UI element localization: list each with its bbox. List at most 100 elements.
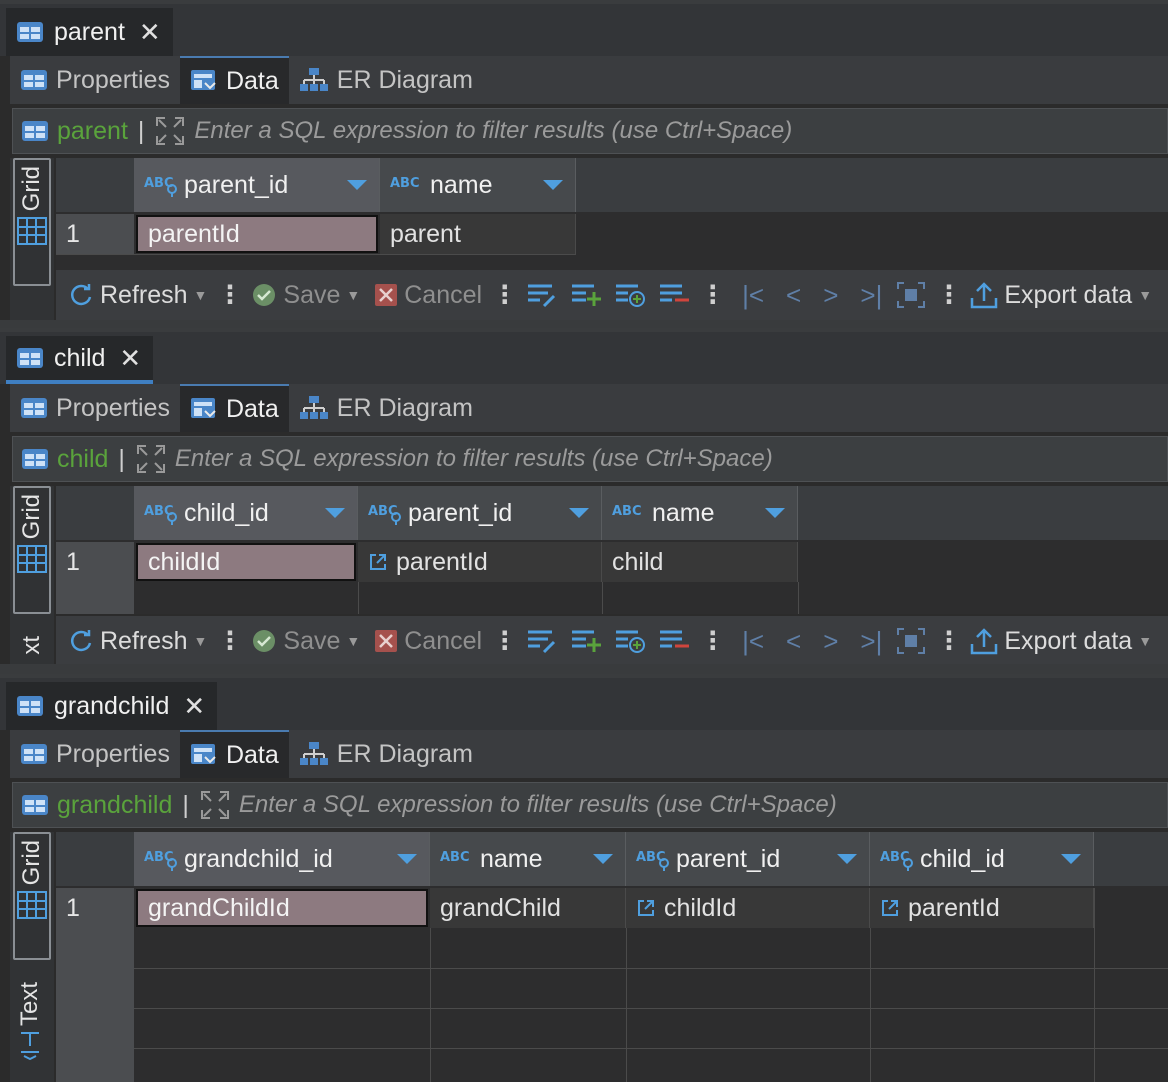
- filter-divider: |: [118, 444, 125, 473]
- grid-cell[interactable]: parentId: [870, 888, 1094, 928]
- sort-dropdown-icon[interactable]: [347, 180, 367, 190]
- grid-cell[interactable]: parentId: [136, 215, 378, 253]
- grid-line: [626, 928, 627, 1082]
- column-header[interactable]: ABC parent_id: [358, 486, 602, 540]
- sort-dropdown-icon[interactable]: [1061, 854, 1081, 864]
- filter-bar[interactable]: child | Enter a SQL expression to filter…: [12, 436, 1168, 482]
- column-header[interactable]: ABC name: [602, 486, 798, 540]
- next-page-icon[interactable]: >: [823, 626, 838, 657]
- export-data-button[interactable]: Export data: [1004, 281, 1132, 310]
- grid-cell[interactable]: grandChild: [430, 888, 626, 928]
- last-page-icon[interactable]: >|: [860, 280, 882, 311]
- sort-dropdown-icon[interactable]: [593, 854, 613, 864]
- filter-input[interactable]: Enter a SQL expression to filter results…: [239, 791, 837, 819]
- column-header[interactable]: ABC parent_id: [134, 158, 380, 212]
- save-dropdown-icon[interactable]: ▼: [346, 287, 360, 303]
- copy-row-icon[interactable]: [614, 282, 646, 308]
- vtab-text-label[interactable]: xt: [18, 636, 46, 655]
- filter-input[interactable]: Enter a SQL expression to filter results…: [194, 117, 792, 145]
- tab-properties[interactable]: Properties: [10, 730, 180, 778]
- editor-tab-parent[interactable]: parent ✕: [6, 8, 173, 56]
- editor-tab-child[interactable]: child ✕: [6, 336, 154, 384]
- last-page-icon[interactable]: >|: [860, 626, 882, 657]
- tab-data[interactable]: Data: [179, 384, 289, 432]
- first-page-icon[interactable]: |<: [742, 626, 764, 657]
- export-data-button[interactable]: Export data: [1004, 627, 1132, 656]
- expand-icon[interactable]: [154, 115, 186, 147]
- sort-dropdown-icon[interactable]: [325, 508, 345, 518]
- export-dropdown-icon[interactable]: ▼: [1138, 633, 1152, 649]
- editor-tab-grandchild[interactable]: grandchild ✕: [6, 682, 218, 730]
- vtab-text[interactable]: Text: [16, 982, 44, 1061]
- tab-properties[interactable]: Properties: [10, 384, 180, 432]
- save-dropdown-icon[interactable]: ▼: [346, 633, 360, 649]
- column-header[interactable]: ABC name: [430, 832, 626, 886]
- sort-dropdown-icon[interactable]: [837, 854, 857, 864]
- text-icon: [18, 1030, 42, 1061]
- cancel-button[interactable]: Cancel: [404, 281, 482, 310]
- column-header[interactable]: ABC child_id: [870, 832, 1094, 886]
- toolbar-separator: ⋮: [217, 281, 242, 309]
- vtab-grid[interactable]: Grid: [13, 158, 51, 286]
- edit-row-icon[interactable]: [526, 282, 558, 308]
- sort-dropdown-icon[interactable]: [397, 854, 417, 864]
- refresh-dropdown-icon[interactable]: ▼: [194, 633, 208, 649]
- prev-page-icon[interactable]: <: [786, 626, 801, 657]
- tab-er-diagram[interactable]: ER Diagram: [289, 730, 483, 778]
- foreign-key-link-icon[interactable]: [636, 898, 656, 918]
- cancel-button[interactable]: Cancel: [404, 627, 482, 656]
- grid-cell[interactable]: parentId: [358, 542, 602, 582]
- sort-dropdown-icon[interactable]: [765, 508, 785, 518]
- save-button[interactable]: Save: [283, 627, 340, 656]
- tab-data[interactable]: Data: [179, 56, 289, 104]
- delete-row-icon[interactable]: [658, 282, 690, 308]
- delete-row-icon[interactable]: [658, 628, 690, 654]
- copy-row-icon[interactable]: [614, 628, 646, 654]
- column-header[interactable]: ABC name: [380, 158, 576, 212]
- vtab-grid[interactable]: Grid: [13, 486, 51, 614]
- tab-properties[interactable]: Properties: [10, 56, 180, 104]
- tab-data[interactable]: Data: [179, 730, 289, 778]
- foreign-key-link-icon[interactable]: [880, 898, 900, 918]
- refresh-icon: [68, 628, 94, 654]
- filter-bar[interactable]: parent | Enter a SQL expression to filte…: [12, 108, 1168, 154]
- row-number: [56, 968, 134, 1008]
- refresh-button[interactable]: Refresh: [100, 627, 188, 656]
- grid-cell[interactable]: childId: [626, 888, 870, 928]
- add-row-icon[interactable]: [570, 282, 602, 308]
- save-button[interactable]: Save: [283, 281, 340, 310]
- grid-cell[interactable]: grandChildId: [136, 889, 428, 927]
- close-icon[interactable]: ✕: [183, 691, 205, 722]
- next-page-icon[interactable]: >: [823, 280, 838, 311]
- export-dropdown-icon[interactable]: ▼: [1138, 287, 1152, 303]
- vtab-grid[interactable]: Grid: [13, 832, 51, 960]
- grid-cell[interactable]: parent: [380, 214, 576, 254]
- row-number: [56, 1048, 134, 1082]
- fetch-all-icon[interactable]: [896, 281, 926, 309]
- expand-icon[interactable]: [199, 789, 231, 821]
- close-icon[interactable]: ✕: [119, 343, 141, 374]
- tab-er-diagram[interactable]: ER Diagram: [289, 384, 483, 432]
- add-row-icon[interactable]: [570, 628, 602, 654]
- close-icon[interactable]: ✕: [139, 17, 161, 48]
- filter-bar[interactable]: grandchild | Enter a SQL expression to f…: [12, 782, 1168, 828]
- sort-dropdown-icon[interactable]: [569, 508, 589, 518]
- prev-page-icon[interactable]: <: [786, 280, 801, 311]
- sort-dropdown-icon[interactable]: [543, 180, 563, 190]
- column-header[interactable]: ABC grandchild_id: [134, 832, 430, 886]
- foreign-key-link-icon[interactable]: [368, 552, 388, 572]
- edit-row-icon[interactable]: [526, 628, 558, 654]
- grid-cell[interactable]: child: [602, 542, 798, 582]
- refresh-button[interactable]: Refresh: [100, 281, 188, 310]
- first-page-icon[interactable]: |<: [742, 280, 764, 311]
- data-icon: [190, 397, 218, 421]
- refresh-dropdown-icon[interactable]: ▼: [194, 287, 208, 303]
- column-header[interactable]: ABC child_id: [134, 486, 358, 540]
- fetch-all-icon[interactable]: [896, 627, 926, 655]
- column-header[interactable]: ABC parent_id: [626, 832, 870, 886]
- column-header-label: parent_id: [184, 170, 289, 199]
- tab-er-diagram[interactable]: ER Diagram: [289, 56, 483, 104]
- expand-icon[interactable]: [135, 443, 167, 475]
- filter-input[interactable]: Enter a SQL expression to filter results…: [175, 445, 773, 473]
- grid-cell[interactable]: childId: [136, 543, 356, 581]
